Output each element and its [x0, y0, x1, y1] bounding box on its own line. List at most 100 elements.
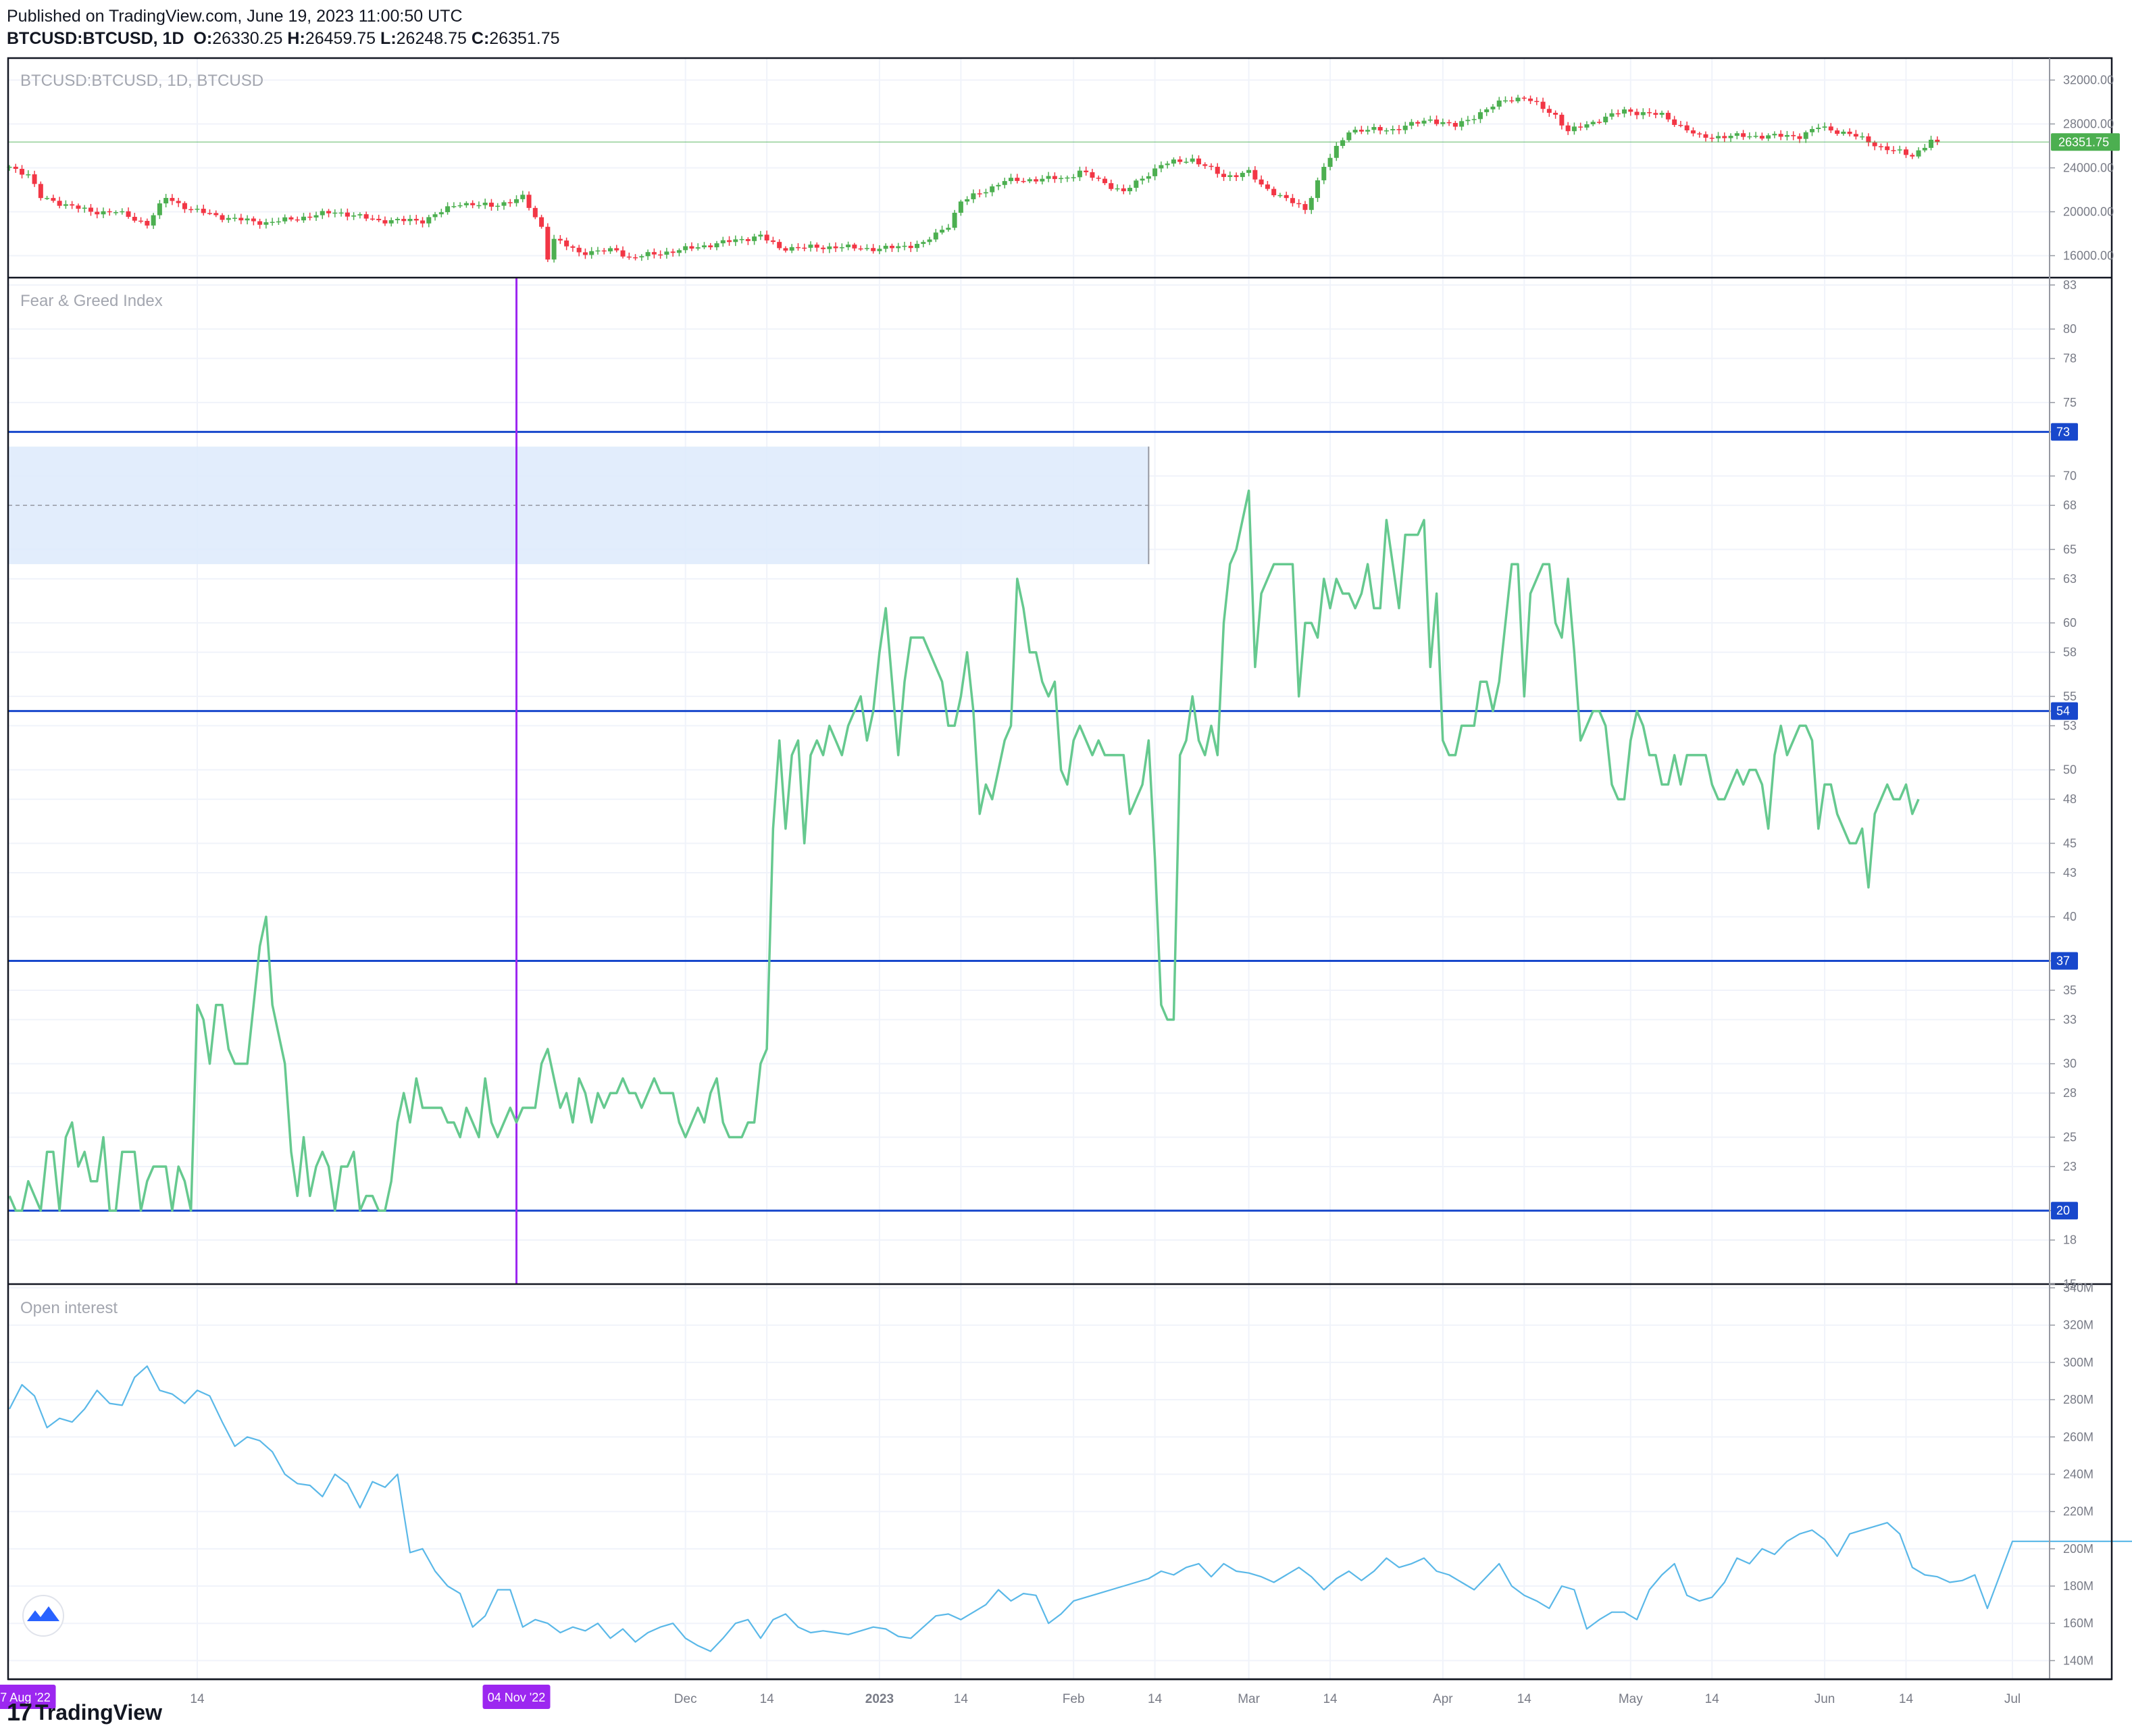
candle-body — [1615, 113, 1621, 115]
x-tick-label: 2023 — [865, 1692, 894, 1706]
y-tick-label: 28 — [2063, 1086, 2077, 1100]
candle-body — [1784, 134, 1790, 137]
candle-body — [388, 220, 394, 224]
footer[interactable]: 17 TradingView — [7, 1698, 162, 1727]
candle-body — [1578, 126, 1583, 128]
level-badge-label: 20 — [2056, 1204, 2070, 1217]
candle-body — [808, 245, 813, 248]
candle-body — [463, 203, 469, 205]
candle-body — [470, 203, 476, 205]
x-tick-label: 14 — [1517, 1692, 1532, 1706]
fear-greed-series-line — [8, 489, 1920, 1212]
candle-body — [714, 243, 719, 248]
candle-body — [952, 212, 957, 228]
x-tick-label: Dec — [674, 1692, 697, 1706]
price-axes[interactable]: 32000.00 28000.00 24000.00 20000.00 16000.00… — [2050, 74, 2120, 1668]
candle-body — [1334, 145, 1339, 158]
y-tick-label: 80 — [2063, 322, 2077, 336]
candle-body — [701, 245, 707, 248]
candle-body — [1603, 116, 1608, 123]
candle-body — [1565, 125, 1571, 132]
candle-body — [877, 249, 882, 251]
open-interest-pane[interactable] — [9, 1365, 2132, 1652]
candle-body — [1878, 146, 1883, 147]
candle-body — [1059, 178, 1064, 180]
candle-body — [1559, 114, 1565, 126]
candle-body — [1340, 140, 1346, 146]
candle-body — [1546, 109, 1552, 113]
candle-body — [1747, 136, 1752, 138]
candle-body — [770, 240, 776, 242]
candle-body — [76, 205, 81, 209]
candle-body — [639, 256, 644, 258]
y-tick-label: 50 — [2063, 763, 2077, 777]
candle-body — [1459, 121, 1465, 127]
candle-body — [176, 201, 181, 203]
candle-body — [1259, 179, 1264, 185]
candle-body — [1766, 135, 1771, 139]
x-tick-label: May — [1619, 1692, 1643, 1706]
candle-body — [1778, 134, 1783, 137]
candle-body — [1296, 203, 1302, 205]
candle-body — [301, 216, 306, 221]
candle-body — [1165, 163, 1170, 165]
candle-body — [307, 216, 313, 218]
candle-body — [370, 218, 375, 220]
candle-body — [213, 213, 219, 215]
y-tick-label: 24000.00 — [2063, 161, 2114, 175]
candle-body — [1797, 136, 1802, 139]
candle-body — [270, 222, 275, 223]
candle-body — [1402, 126, 1408, 130]
candle-body — [1640, 112, 1646, 116]
candle-body — [57, 201, 62, 206]
candle-body — [1672, 119, 1677, 125]
fear-greed-pane[interactable] — [8, 278, 2050, 1284]
candle-body — [1071, 177, 1076, 178]
candle-body — [1903, 149, 1908, 155]
y-tick-label: 78 — [2063, 352, 2077, 365]
candle-body — [1440, 122, 1446, 124]
tradingview-watermark-button[interactable] — [22, 1595, 64, 1637]
candle-body — [1146, 176, 1151, 179]
candle-body — [1897, 149, 1902, 151]
candle-body — [1759, 136, 1765, 139]
candle-body — [752, 236, 757, 241]
candle-body — [514, 199, 519, 203]
chart-canvas[interactable]: 32000.00 28000.00 24000.00 20000.00 16000.00… — [0, 0, 2132, 1736]
price-pane[interactable] — [7, 95, 2050, 263]
candle-body — [226, 218, 231, 220]
pane-frames — [7, 57, 2113, 1681]
y-tick-label: 280M — [2063, 1393, 2093, 1406]
candle-body — [608, 248, 613, 252]
y-tick-label: 160M — [2063, 1616, 2093, 1630]
candle-body — [357, 214, 363, 215]
candle-body — [633, 257, 638, 259]
y-tick-label: 320M — [2063, 1319, 2093, 1332]
candle-body — [107, 211, 112, 213]
candle-body — [889, 245, 894, 249]
candle-body — [445, 206, 451, 213]
candle-body — [1465, 120, 1471, 122]
candle-body — [670, 251, 676, 253]
candle-body — [852, 245, 857, 249]
candle-body — [432, 214, 438, 218]
candle-body — [82, 207, 87, 209]
fng-zone-rectangle[interactable] — [8, 446, 1150, 565]
candle-body — [977, 193, 982, 195]
candle-body — [1528, 98, 1533, 101]
candle-body — [1866, 136, 1871, 143]
time-axis[interactable]: 14 Dec 14 2023 14 Feb 14 Mar 14 Apr 14 May 14 Jun 14 Ju… — [0, 1685, 2021, 1709]
candle-body — [1659, 113, 1665, 115]
candle-body — [1234, 175, 1239, 178]
candle-body — [45, 198, 50, 199]
y-tick-label: 33 — [2063, 1013, 2077, 1026]
candle-body — [1109, 183, 1114, 189]
candle-body — [789, 247, 794, 251]
candle-body — [1077, 170, 1082, 178]
candle-body — [1065, 177, 1070, 179]
candle-body — [1359, 130, 1364, 132]
candle-body — [338, 212, 344, 214]
y-tick-label: 60 — [2063, 616, 2077, 630]
candle-body — [1885, 146, 1890, 151]
candle-body — [1021, 180, 1026, 182]
